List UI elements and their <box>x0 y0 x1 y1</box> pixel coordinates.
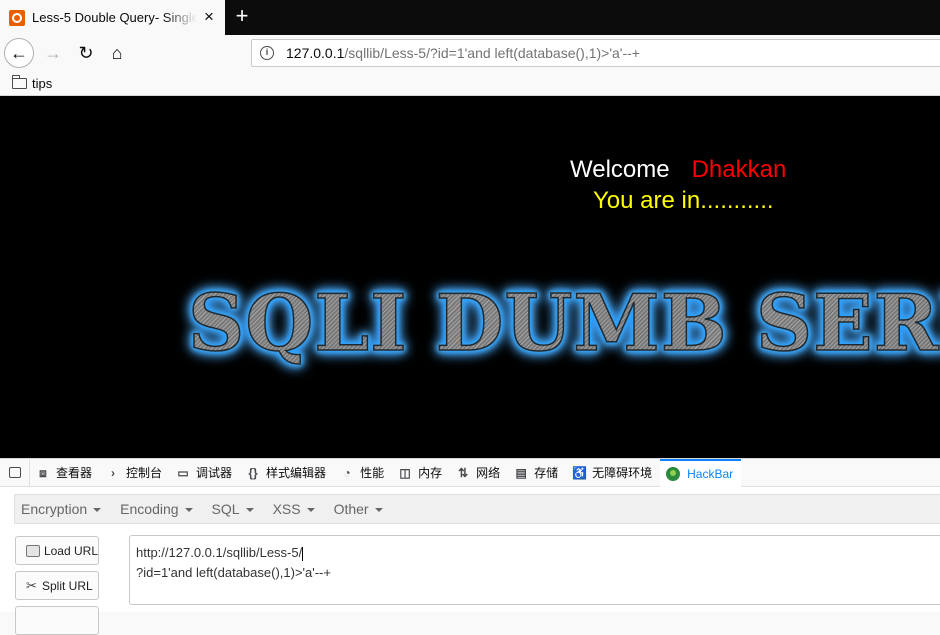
bookmarks-toolbar: tips <box>0 72 940 96</box>
tab-label: 查看器 <box>56 466 93 480</box>
back-button[interactable]: ← <box>4 38 34 68</box>
tab-debugger[interactable]: ▭ 调试器 <box>170 459 240 487</box>
tab-label: 调试器 <box>196 466 233 480</box>
braces-icon: {} <box>248 465 258 480</box>
tab-memory[interactable]: ◫ 内存 <box>392 459 450 487</box>
hackbar-menu: Encryption Encoding SQL XSS Other <box>14 494 940 524</box>
folder-icon <box>11 75 27 89</box>
home-button[interactable]: ⌂ <box>102 38 132 68</box>
console-icon: › <box>111 465 116 480</box>
tab-label: 控制台 <box>126 466 163 480</box>
address-bar[interactable]: i 127.0.0.1/sqllib/Less-5/?id=1'and left… <box>251 39 940 67</box>
xampp-favicon-icon <box>9 9 25 26</box>
tab-performance[interactable]: ◔ 性能 <box>334 459 392 487</box>
execute-button[interactable] <box>15 606 99 635</box>
load-url-icon <box>26 544 40 557</box>
encryption-dropdown[interactable]: Encryption <box>21 501 101 517</box>
hackbar-icon <box>666 466 681 481</box>
scissors-icon: ✂ <box>26 577 37 593</box>
tab-accessibility[interactable]: ♿ 无障碍环境 <box>566 459 660 487</box>
element-picker-button[interactable] <box>0 458 30 487</box>
tab-title: Less-5 Double Query- Single Quotes- Stri… <box>32 10 197 25</box>
tab-label: 性能 <box>360 466 385 480</box>
element-picker-icon <box>8 467 21 478</box>
welcome-label: Welcome <box>570 156 670 183</box>
tab-label: HackBar <box>687 466 734 481</box>
tab-label: 样式编辑器 <box>266 466 327 480</box>
tab-hackbar[interactable]: HackBar <box>660 458 742 487</box>
forward-button[interactable]: → <box>38 38 68 68</box>
split-url-button[interactable]: ✂ Split URL <box>15 571 99 600</box>
tab-console[interactable]: › 控制台 <box>100 459 170 487</box>
sql-dropdown[interactable]: SQL <box>212 501 254 517</box>
network-arrows-icon: ⇅ <box>458 465 469 480</box>
debugger-icon: ▭ <box>177 465 189 480</box>
new-tab-button[interactable]: + <box>229 4 255 30</box>
tab-label: 网络 <box>476 466 501 480</box>
active-tab[interactable]: Less-5 Double Query- Single Quotes- Stri… <box>0 0 225 35</box>
tab-strip: Less-5 Double Query- Single Quotes- Stri… <box>0 0 940 35</box>
url-host: 127.0.0.1 <box>286 45 345 61</box>
address-url[interactable]: 127.0.0.1/sqllib/Less-5/?id=1'and left(d… <box>286 45 640 61</box>
split-url-label: Split URL <box>42 578 93 593</box>
hackbar-url-textarea[interactable]: http://127.0.0.1/sqllib/Less-5/ ?id=1'an… <box>129 535 940 605</box>
inspector-icon: ⧈ <box>39 465 47 480</box>
other-dropdown[interactable]: Other <box>334 501 383 517</box>
tab-style-editor[interactable]: {} 样式编辑器 <box>240 459 334 487</box>
memory-chip-icon: ◫ <box>399 465 411 480</box>
xss-dropdown[interactable]: XSS <box>273 501 315 517</box>
url-line-1-text: http://127.0.0.1/sqllib/Less-5/ <box>136 545 303 560</box>
reload-button[interactable]: ↻ <box>71 38 101 68</box>
url-path: /sqllib/Less-5/?id=1'and left(database()… <box>344 45 640 61</box>
welcome-text: Welcome Dhakkan <box>570 156 786 184</box>
encoding-dropdown[interactable]: Encoding <box>120 501 192 517</box>
load-url-label: Load URL <box>43 543 98 558</box>
tab-storage[interactable]: ▤ 存储 <box>508 459 566 487</box>
bookmark-folder-tips[interactable]: tips <box>32 76 52 91</box>
page-content: Welcome Dhakkan You are in........... SQL… <box>0 96 940 458</box>
text-caret <box>302 546 304 561</box>
user-name: Dhakkan <box>691 156 787 183</box>
gauge-icon: ◔ <box>343 465 351 480</box>
accessibility-icon: ♿ <box>572 465 588 480</box>
load-url-button[interactable]: Load URL <box>15 536 99 565</box>
url-line-2: ?id=1'and left(database(),1)>'a'--+ <box>136 565 331 580</box>
tab-label: 无障碍环境 <box>592 466 653 480</box>
storage-icon: ▤ <box>515 465 527 480</box>
tab-label: 存储 <box>534 466 559 480</box>
devtools-panel: ⧈ 查看器 › 控制台 ▭ 调试器 {} 样式编辑器 ◔ 性能 ◫ 内存 ⇅ 网络 ▤ 存储 ♿… <box>0 458 940 635</box>
sqli-dumb-series-banner: SQLI DUMB SERIES <box>187 277 940 370</box>
tab-label: 内存 <box>418 466 443 480</box>
login-status-text: You are in........... <box>593 187 774 214</box>
navigation-bar: ← → ↻ ⌂ i 127.0.0.1/sqllib/Less-5/?id=1'… <box>0 35 940 72</box>
url-line-1: http://127.0.0.1/sqllib/Less-5/ <box>136 543 940 563</box>
close-tab-icon[interactable]: × <box>201 8 217 25</box>
site-info-icon[interactable]: i <box>260 46 274 60</box>
tab-inspector[interactable]: ⧈ 查看器 <box>30 459 100 487</box>
tab-network[interactable]: ⇅ 网络 <box>450 459 508 487</box>
devtools-tab-bar: ⧈ 查看器 › 控制台 ▭ 调试器 {} 样式编辑器 ◔ 性能 ◫ 内存 ⇅ 网络 ▤ 存储 ♿… <box>0 458 940 487</box>
